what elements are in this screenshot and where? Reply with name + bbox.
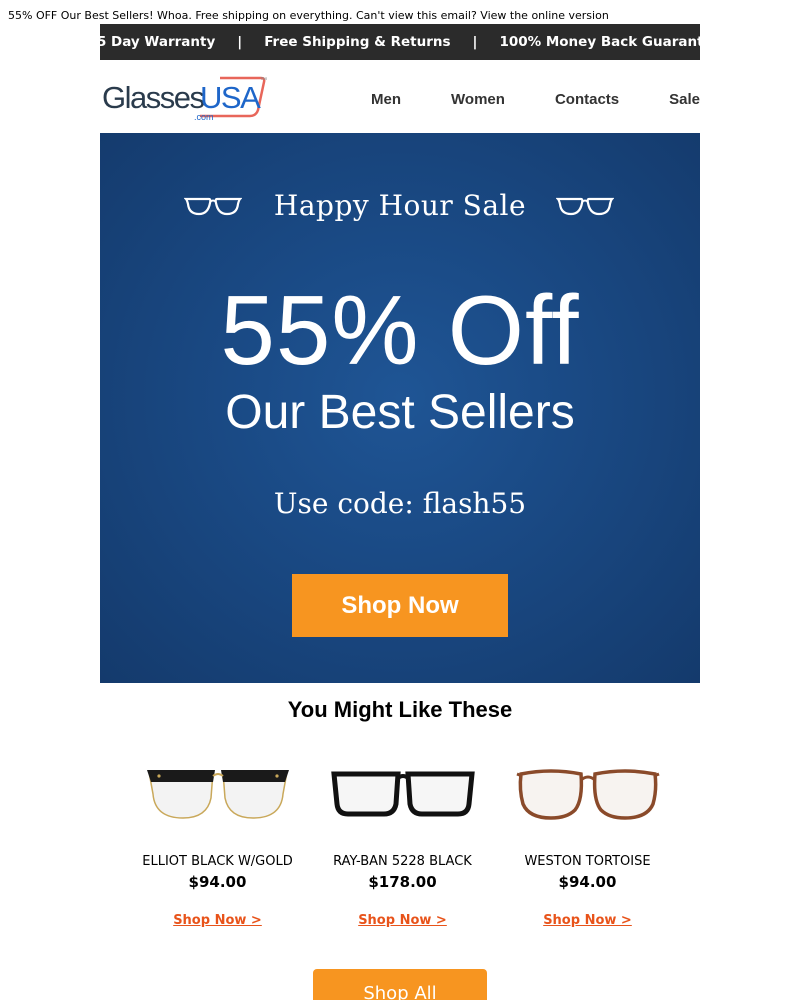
product-shop-now-link[interactable]: Shop Now > — [310, 913, 495, 928]
preheader-text: 55% OFF Our Best Sellers! Whoa. Free shi… — [8, 9, 481, 22]
hero-eyebrow-row: Happy Hour Sale — [100, 189, 700, 229]
hero-shop-now-button[interactable]: Shop Now — [292, 574, 508, 637]
product-card: WESTON TORTOISE $94.00 Shop Now > — [495, 750, 680, 950]
warranty-text: 365 Day Warranty — [78, 34, 216, 50]
product-price: $94.00 — [188, 873, 247, 891]
eyeglasses-image[interactable] — [513, 750, 663, 840]
logo-suffix: .com — [194, 112, 214, 122]
product-name: ELLIOT BLACK W/GOLD — [142, 854, 293, 869]
logo-word-glasses: Glasses — [102, 80, 204, 115]
hero-banner[interactable]: Happy Hour Sale 55% Off Our Best Sellers… — [100, 133, 700, 683]
product-card: RAY-BAN 5228 BLACK $178.00 Shop Now > — [310, 750, 495, 950]
product-price: $178.00 — [368, 873, 437, 891]
recommendations-title: You Might Like These — [287, 697, 513, 722]
logo-graphic: Glasses USA .com ™ — [102, 76, 267, 122]
nav-contacts[interactable]: Contacts — [555, 91, 619, 108]
separator: | — [472, 34, 478, 50]
logo-tm: ™ — [260, 77, 267, 84]
shipping-text: Free Shipping & Returns — [264, 34, 451, 50]
product-card: ELLIOT BLACK W/GOLD $94.00 Shop Now > — [125, 750, 310, 950]
product-list: ELLIOT BLACK W/GOLD $94.00 Shop Now > RA… — [125, 750, 680, 950]
value-prop-bar: 365 Day Warranty | Free Shipping & Retur… — [78, 24, 722, 60]
product-price: $94.00 — [558, 873, 617, 891]
main-nav: Men Women Contacts Sale — [321, 91, 700, 108]
eyeglasses-image[interactable] — [328, 750, 478, 840]
shop-all-button[interactable]: Shop All — [313, 969, 487, 1000]
product-name: WESTON TORTOISE — [524, 854, 651, 869]
glasses-icon — [556, 197, 614, 216]
nav-women[interactable]: Women — [451, 91, 505, 108]
promo-code: Use code: flash55 — [273, 487, 527, 520]
product-name: RAY-BAN 5228 BLACK — [333, 854, 472, 869]
header: Glasses USA .com ™ Men Women Contacts Sa… — [100, 68, 700, 128]
nav-sale[interactable]: Sale — [669, 91, 700, 108]
hero-subheadline: Our Best Sellers — [225, 386, 575, 439]
eyeglasses-image[interactable] — [143, 750, 293, 840]
guarantee-text: 100% Money Back Guarantee — [499, 34, 722, 50]
glassesusa-logo[interactable]: Glasses USA .com ™ — [100, 70, 272, 126]
preheader: 55% OFF Our Best Sellers! Whoa. Free shi… — [8, 9, 609, 22]
logo-word-usa: USA — [200, 80, 261, 115]
separator: | — [237, 34, 243, 50]
view-online-link[interactable]: View the online version — [480, 9, 609, 22]
hero-headline: 55% Off — [220, 275, 580, 385]
product-shop-now-link[interactable]: Shop Now > — [495, 913, 680, 928]
product-shop-now-link[interactable]: Shop Now > — [125, 913, 310, 928]
nav-men[interactable]: Men — [371, 91, 401, 108]
